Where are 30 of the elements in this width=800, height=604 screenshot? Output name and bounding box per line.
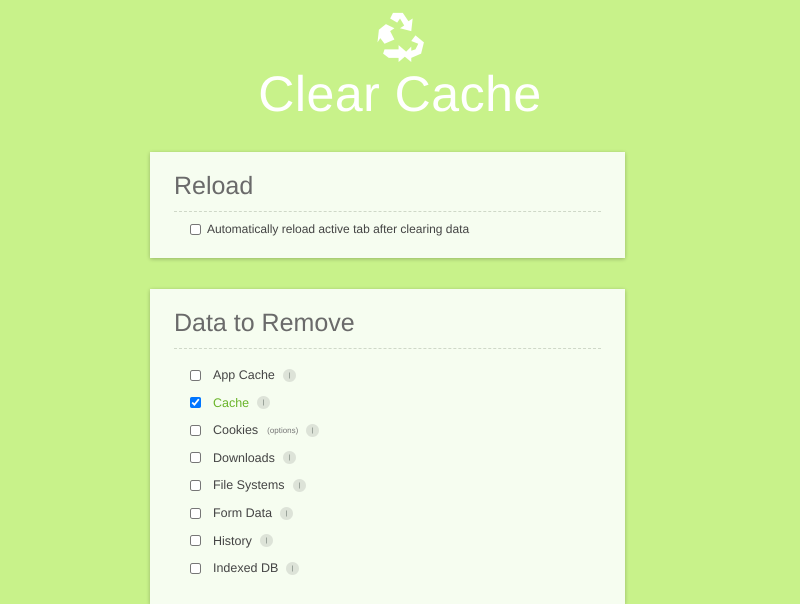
item-checkbox[interactable] <box>190 562 201 574</box>
item-checkbox[interactable] <box>190 397 201 408</box>
reload-label: Automatically reload active tab after clearing data <box>207 222 470 236</box>
info-icon[interactable] <box>292 478 306 492</box>
info-icon[interactable] <box>282 451 296 464</box>
info-icon[interactable] <box>286 562 300 575</box>
item-label: File Systems <box>213 478 285 492</box>
reload-checkbox[interactable] <box>190 224 201 235</box>
item-label: App Cache <box>213 368 275 382</box>
options-link[interactable]: (options) <box>267 426 298 435</box>
item-checkbox[interactable] <box>190 452 201 464</box>
info-icon[interactable] <box>306 424 320 437</box>
item-label: Cookies <box>213 423 258 438</box>
info-icon[interactable] <box>260 534 273 548</box>
item-label: Cache <box>213 396 250 410</box>
item-checkbox[interactable] <box>190 370 201 381</box>
page-title: Clear Cache <box>258 65 542 124</box>
item-label: Form Data <box>213 506 272 520</box>
item-label: Downloads <box>213 450 275 465</box>
section-heading: Reload <box>174 172 601 212</box>
info-icon[interactable] <box>280 506 294 520</box>
item-checkbox[interactable] <box>190 535 201 546</box>
section-heading: Data to Remove <box>174 309 601 350</box>
item-checkbox[interactable] <box>190 508 201 519</box>
info-icon[interactable] <box>282 368 296 382</box>
item-checkbox[interactable] <box>190 424 201 436</box>
item-checkbox[interactable] <box>190 480 201 491</box>
item-label: History <box>213 534 252 548</box>
item-label: Indexed DB <box>213 561 278 576</box>
info-icon[interactable] <box>257 396 270 410</box>
